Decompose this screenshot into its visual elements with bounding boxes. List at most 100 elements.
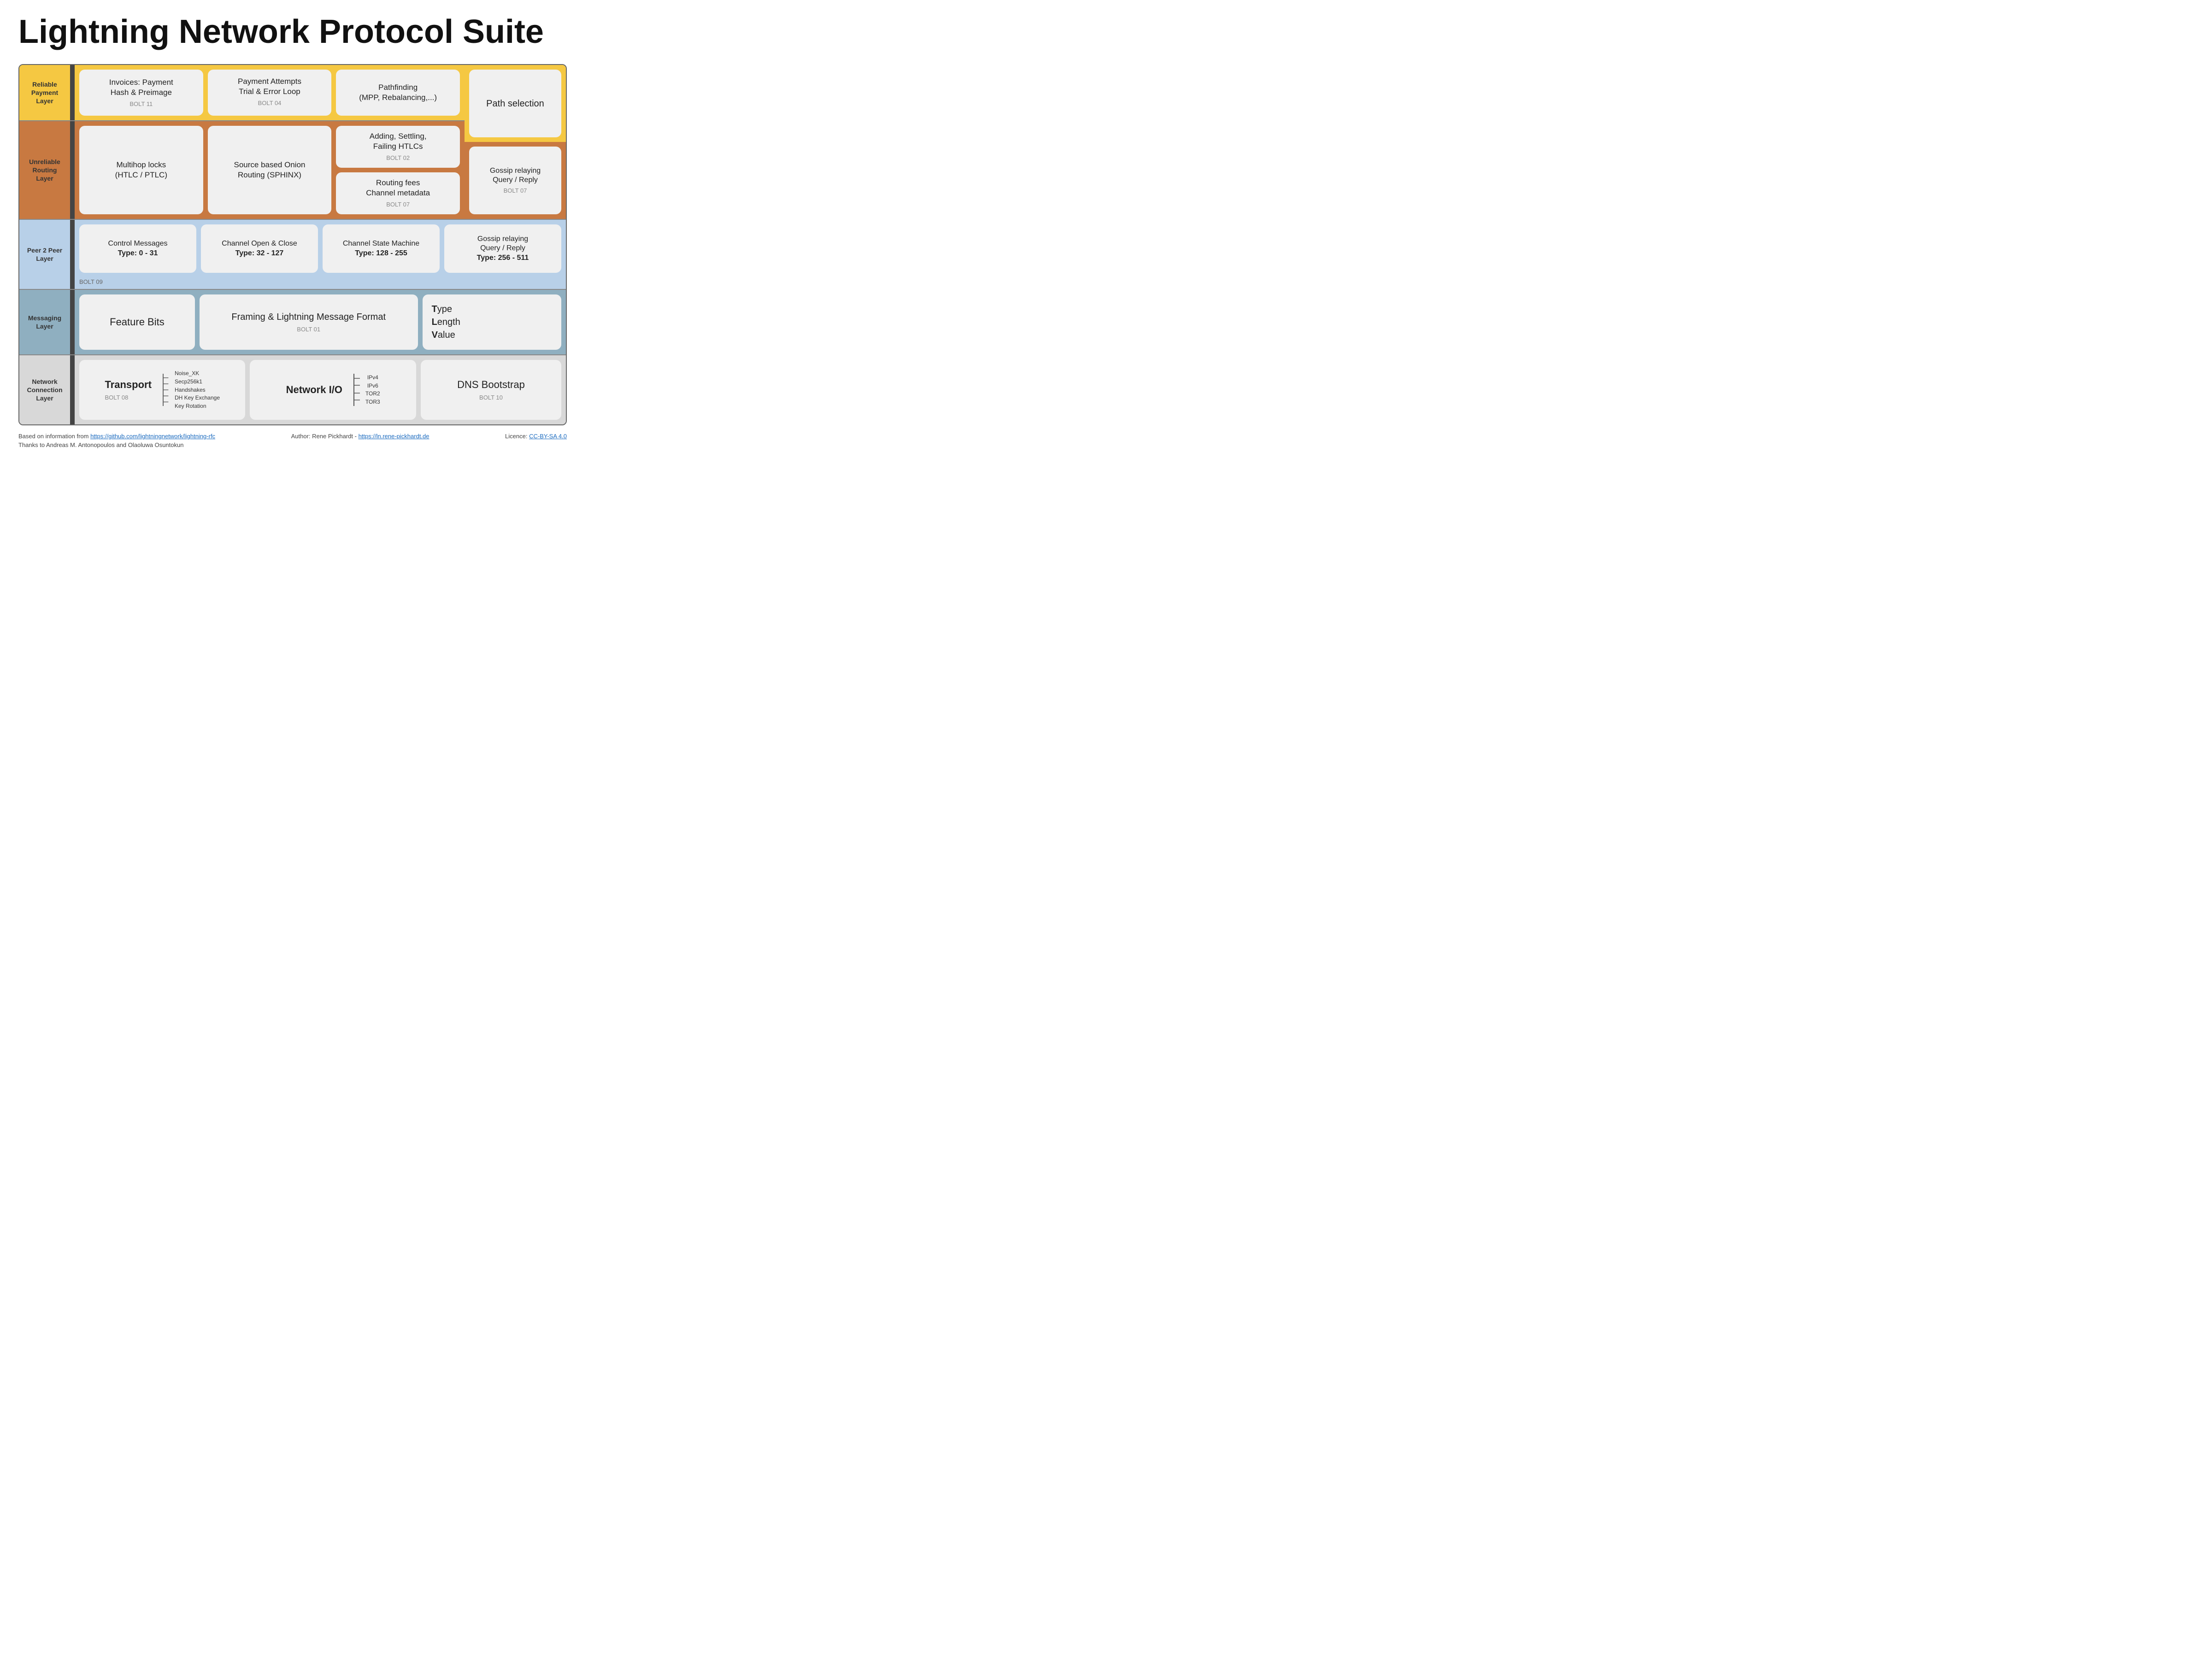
footer-right-link-text: CC-BY-SA 4.0 [529,433,567,440]
vertical-bar-messaging [70,290,75,354]
card-framing-bolt: BOLT 01 [297,326,320,334]
networkio-arrow-icon [347,374,361,406]
transport-left: Transport BOLT 08 [105,378,151,402]
p2p-row: Peer 2 Peer Layer Control Messages Type:… [19,220,566,289]
card-routingfees-title: Routing feesChannel metadata [366,178,430,198]
footer: Based on information from https://github… [18,433,567,448]
transport-branch-3: Handshakes [175,387,220,394]
transport-branch-1: Noise_XK [175,370,220,377]
reliable-row: Reliable Payment Layer Invoices: Payment… [19,65,465,120]
dns-bolt: BOLT 10 [479,394,503,402]
card-gossip-p2p-bold: Type: 256 - 511 [477,253,529,263]
tlv-v: Value [432,329,455,341]
card-chanstate-bold: Type: 128 - 255 [355,249,407,259]
card-multihop-title: Multihop locks(HTLC / PTLC) [115,160,167,180]
p2p-label: Peer 2 Peer Layer [19,220,70,289]
tlv-t: Type [432,303,452,316]
card-payment-bolt: BOLT 04 [258,100,282,107]
p2p-bolt-label: BOLT 09 [75,277,566,289]
card-framing-title: Framing & Lightning Message Format [231,311,386,323]
dns-title: DNS Bootstrap [457,378,525,392]
unreliable-label: Unreliable Routing Layer [19,121,70,219]
card-transport: Transport BOLT 08 Noise_XK Secp256k1 Han… [79,360,245,420]
networkio-branch-4: TOR3 [365,399,380,406]
tlv-l: Length [432,316,460,329]
unreliable-row: Unreliable Routing Layer Multihop locks(… [19,121,465,219]
transport-branches: Noise_XK Secp256k1 Handshakes DH Key Exc… [175,370,220,410]
card-dns: DNS Bootstrap BOLT 10 [421,360,561,420]
reliable-label: Reliable Payment Layer [19,65,70,120]
card-routingfees-bolt: BOLT 07 [386,201,410,209]
networkio-branch-2: IPv6 [365,382,380,390]
card-routing-fees: Routing feesChannel metadata BOLT 07 [336,172,460,214]
networkio-title: Network I/O [286,383,342,397]
transport-title: Transport [105,378,151,392]
network-row: Network Connection Layer Transport BOLT … [19,355,566,424]
right-path-col: Path selection Gossip relayingQuery / Re… [465,65,566,219]
vertical-bar-p2p [70,220,75,289]
messaging-content: Feature Bits Framing & Lightning Message… [75,290,566,354]
card-chanopen-title: Channel Open & Close [222,239,297,249]
p2p-cards: Control Messages Type: 0 - 31 Channel Op… [75,220,566,277]
footer-main-line: Based on information from https://github… [18,433,567,440]
unreliable-content: Multihop locks(HTLC / PTLC) Source based… [75,121,465,219]
messaging-row: Messaging Layer Feature Bits Framing & L… [19,290,566,354]
transport-bolt: BOLT 08 [105,394,151,402]
card-control-bold: Type: 0 - 31 [118,249,158,259]
transport-arrow-icon [156,374,170,406]
card-framing: Framing & Lightning Message Format BOLT … [200,294,418,350]
networkio-branch-3: TOR2 [365,390,380,398]
card-onion: Source based OnionRouting (SPHINX) [208,126,332,214]
vertical-bar-network [70,355,75,424]
rel-unrel-section: Reliable Payment Layer Invoices: Payment… [19,65,566,219]
card-channel-state: Channel State Machine Type: 128 - 255 [323,224,440,273]
vertical-bar-reliable [70,65,75,120]
messaging-label: Messaging Layer [19,290,70,354]
card-feature-bits: Feature Bits [79,294,195,350]
card-gossip-unreliable: Gossip relayingQuery / Reply BOLT 07 [469,147,561,214]
card-tlv: Type Length Value [423,294,561,350]
transport-branch-5: Key Rotation [175,403,220,410]
network-label: Network Connection Layer [19,355,70,424]
rel-unrel-rows: Reliable Payment Layer Invoices: Payment… [19,65,465,219]
card-chanopen-bold: Type: 32 - 127 [235,249,284,259]
networkio-branch-1: IPv4 [365,374,380,382]
footer-center-link[interactable]: https://ln.rene-pickhardt.de [359,433,429,440]
footer-left-text: Based on information from [18,433,90,440]
path-selection-area: Path selection [465,65,566,142]
footer-left: Based on information from https://github… [18,433,215,440]
page-title: Lightning Network Protocol Suite [18,14,567,50]
footer-left-link[interactable]: https://github.com/lightningnetwork/ligh… [90,433,215,440]
card-featurebits-title: Feature Bits [110,316,165,329]
card-pathfinding: Pathfinding(MPP, Rebalancing,...) [336,70,460,116]
footer-left-link-text: https://github.com/lightningnetwork/ligh… [90,433,215,440]
card-payment-attempts: Payment AttemptsTrial & Error Loop BOLT … [208,70,332,116]
card-control-title: Control Messages [108,239,168,249]
card-gossip-p2p-title: Gossip relayingQuery / Reply [477,235,528,254]
footer-right-link[interactable]: CC-BY-SA 4.0 [529,433,567,440]
transport-branch-2: Secp256k1 [175,378,220,386]
footer-center: Author: Rene Pickhardt - https://ln.rene… [291,433,429,440]
unreliable-right-group: Adding, Settling,Failing HTLCs BOLT 02 R… [336,126,460,214]
card-path-selection: Path selection [469,70,561,137]
card-multihop: Multihop locks(HTLC / PTLC) [79,126,203,214]
footer-right-text: Licence: [505,433,529,440]
path-selection-text: Path selection [486,98,544,110]
card-onion-title: Source based OnionRouting (SPHINX) [234,160,305,180]
footer-right: Licence: CC-BY-SA 4.0 [505,433,567,440]
networkio-branches: IPv4 IPv6 TOR2 TOR3 [365,374,380,406]
vertical-bar-unreliable [70,121,75,219]
card-control-msgs: Control Messages Type: 0 - 31 [79,224,196,273]
card-htlcs-bolt: BOLT 02 [386,154,410,162]
network-content: Transport BOLT 08 Noise_XK Secp256k1 Han… [75,355,566,424]
card-invoices-title: Invoices: PaymentHash & Preimage [109,77,173,98]
card-payment-title: Payment AttemptsTrial & Error Loop [238,76,301,97]
card-chanstate-title: Channel State Machine [343,239,419,249]
footer-center-text: Author: Rene Pickhardt - [291,433,359,440]
card-invoices: Invoices: PaymentHash & Preimage BOLT 11 [79,70,203,116]
gossip-area: Gossip relayingQuery / Reply BOLT 07 [465,142,566,219]
card-htlcs: Adding, Settling,Failing HTLCs BOLT 02 [336,126,460,168]
transport-branch-4: DH Key Exchange [175,394,220,402]
card-gossip-bolt: BOLT 07 [504,187,527,195]
card-networkio: Network I/O IPv4 IPv6 TOR2 TOR3 [250,360,416,420]
